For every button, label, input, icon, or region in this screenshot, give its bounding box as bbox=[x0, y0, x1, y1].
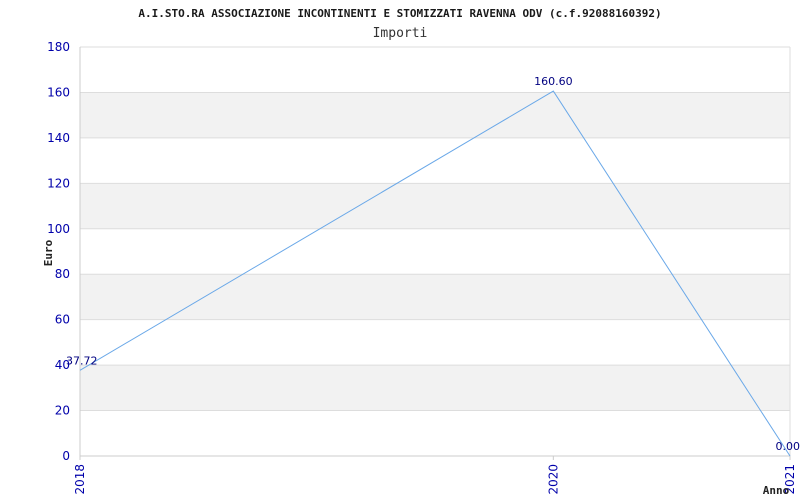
grid-band bbox=[80, 274, 790, 320]
grid-bands bbox=[80, 92, 790, 411]
data-label: 0.00 bbox=[776, 440, 800, 453]
y-tick-label: 0 bbox=[62, 449, 70, 463]
grid-band bbox=[80, 92, 790, 138]
x-axis-title: Anno bbox=[763, 484, 790, 497]
y-tick-label: 160 bbox=[47, 85, 70, 99]
y-tick-label: 80 bbox=[55, 267, 70, 281]
y-tick-label: 100 bbox=[47, 222, 70, 236]
y-tick-label: 20 bbox=[55, 404, 70, 418]
x-axis-ticks: 2018 2020 2021 bbox=[73, 456, 797, 495]
x-tick-label: 2020 bbox=[546, 464, 560, 495]
chart-title: A.I.STO.RA ASSOCIAZIONE INCONTINENTI E S… bbox=[138, 7, 661, 20]
y-tick-label: 60 bbox=[55, 313, 70, 327]
chart-subtitle: Importi bbox=[373, 26, 428, 41]
y-tick-label: 120 bbox=[47, 176, 70, 190]
y-tick-label: 140 bbox=[47, 131, 70, 145]
chart-container: A.I.STO.RA ASSOCIAZIONE INCONTINENTI E S… bbox=[0, 0, 800, 500]
data-label: 37.72 bbox=[66, 354, 98, 367]
line-chart: A.I.STO.RA ASSOCIAZIONE INCONTINENTI E S… bbox=[42, 7, 800, 497]
grid-band bbox=[80, 183, 790, 229]
y-tick-label: 180 bbox=[47, 40, 70, 54]
grid-band bbox=[80, 365, 790, 411]
y-axis-title: Euro bbox=[42, 239, 55, 266]
x-tick-label: 2018 bbox=[73, 464, 87, 495]
data-label: 160.60 bbox=[534, 75, 573, 88]
